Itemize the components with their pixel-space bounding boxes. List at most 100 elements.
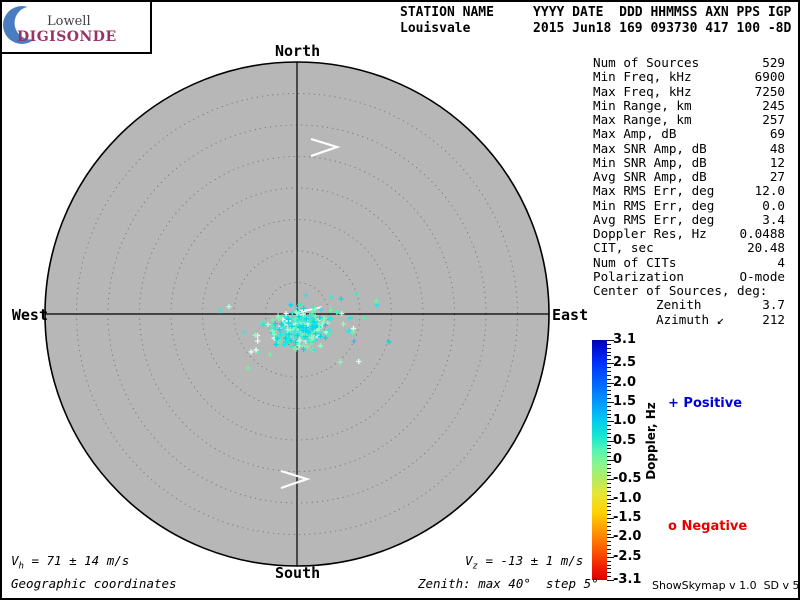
legend-negative-doppler: o Negative (668, 519, 748, 534)
colorbar-tick (607, 390, 611, 392)
stat-value: 7250 (754, 83, 785, 99)
stats-row: Max RMS Err, deg 12.0 (593, 183, 785, 199)
compass-label-west: West (11, 306, 48, 324)
colorbar-tick (607, 494, 611, 496)
stats-row: Azimuth ↙ 212 (593, 311, 785, 327)
colorbar-tick (607, 432, 611, 434)
colorbar-tick (607, 510, 611, 512)
stats-row: Max Range, km 257 (593, 112, 785, 127)
stat-value: 6900 (754, 69, 785, 85)
colorbar-tick (607, 429, 611, 431)
colorbar-tick (607, 467, 611, 469)
vz-value: = -13 ± 1 m/s (477, 553, 584, 568)
colorbar-tick (607, 541, 611, 543)
stats-row: Max SNR Amp, dB 48 (593, 140, 785, 156)
stat-value: 48 (769, 140, 785, 156)
colorbar-tick (607, 355, 611, 357)
compass-label-north: North (275, 42, 321, 60)
vh-value: = 71 ± 14 m/s (23, 553, 130, 568)
zenith-scale-note: Zenith: max 40° step 5° (418, 576, 599, 591)
colorbar-tick-label: -3.1 (613, 572, 642, 588)
colorbar-tick (607, 413, 611, 415)
colorbar-tick (607, 374, 611, 376)
stats-row: Avg SNR Amp, dB 27 (593, 169, 785, 184)
colorbar-tick (607, 463, 611, 465)
stat-label: Zenith (656, 297, 702, 313)
colorbar-tick (607, 471, 611, 473)
stat-value: 529 (762, 55, 785, 70)
colorbar-tick (607, 343, 611, 345)
stat-label: Max SNR Amp, dB (593, 140, 707, 156)
stats-row: CIT, sec 20.48 (593, 240, 785, 255)
stats-row: Polarization O-mode (593, 268, 786, 284)
stat-label: Max Amp, dB (593, 126, 677, 142)
stat-value: 245 (762, 97, 785, 113)
colorbar-tick (607, 506, 611, 508)
colorbar-tick (607, 533, 611, 535)
stat-value: 212 (762, 311, 785, 327)
colorbar-tick (607, 394, 611, 396)
compass-label-east: East (552, 306, 589, 324)
colorbar-tick-label: 2.0 (613, 374, 637, 390)
stats-row: Center of Sources, deg: (593, 283, 785, 298)
colorbar-tick (607, 572, 611, 574)
colorbar-tick-label: 3.1 (613, 332, 637, 348)
stat-label: Num of Sources (593, 55, 700, 70)
stat-label: Doppler Res, Hz (593, 226, 707, 241)
stat-value: 257 (762, 112, 785, 127)
stat-label: Avg SNR Amp, dB (593, 169, 707, 184)
stats-row: Min SNR Amp, dB 12 (593, 154, 785, 170)
stat-label: Avg RMS Err, deg (593, 211, 715, 227)
colorbar-tick-label: 2.5 (613, 355, 637, 371)
colorbar-tick (607, 475, 611, 477)
statistics-panel: Num of Sources 529 Min Freq, kHz 6900 Max Fr… (593, 55, 786, 327)
stats-row: Num of CITs 4 (593, 254, 785, 270)
logo-lowell-text: Lowell (47, 14, 91, 29)
stat-label: Min SNR Amp, dB (593, 154, 707, 170)
vh-symbol: V (11, 553, 19, 568)
stat-value: 0.0488 (739, 226, 786, 241)
colorbar-tick (607, 529, 611, 531)
colorbar-tick-label: -1.0 (613, 490, 642, 506)
colorbar-tick (607, 452, 611, 454)
stats-row: Min Freq, kHz 6900 (593, 69, 785, 85)
stat-label: Azimuth ↙ (656, 311, 725, 327)
stats-row: Max Freq, kHz 7250 (593, 83, 785, 99)
stat-label: Min Range, km (593, 97, 692, 113)
colorbar-tick (607, 370, 611, 372)
stat-label: Min RMS Err, deg (593, 197, 715, 213)
colorbar-tick (607, 405, 611, 407)
colorbar-tick-label: 0 (613, 452, 623, 468)
colorbar-tick (607, 351, 611, 353)
colorbar-tick (607, 347, 611, 349)
header-station-values: Louisvale 2015 Jun18 169 093730 417 100 … (400, 21, 792, 36)
stat-value: 12 (769, 154, 785, 170)
colorbar-tick-label: 1.0 (613, 413, 637, 429)
stat-label: Max RMS Err, deg (593, 183, 715, 199)
coordinate-system-note: Geographic coordinates (11, 576, 177, 591)
stats-row: Avg RMS Err, deg 3.4 (593, 211, 785, 227)
colorbar-tick (607, 444, 611, 446)
colorbar-tick (607, 521, 611, 523)
stat-value: O-mode (739, 268, 786, 284)
colorbar-tick (607, 552, 611, 554)
colorbar-tick (607, 359, 611, 361)
stat-label: Num of CITs (593, 254, 677, 270)
colorbar-tick (607, 487, 611, 489)
colorbar-tick (607, 378, 611, 380)
stat-value: 3.4 (762, 211, 785, 227)
showskymap-window: Lowell DIGISONDE STATION NAME YYYY DATE … (0, 0, 800, 600)
colorbar-tick (607, 386, 611, 388)
stat-value: 3.7 (762, 297, 785, 313)
colorbar-tick (607, 576, 611, 578)
colorbar-tick (607, 568, 611, 570)
colorbar-tick (607, 490, 611, 492)
horizontal-velocity-readout: Vh = 71 ± 14 m/s (11, 553, 129, 572)
colorbar-tick (607, 502, 611, 504)
vz-symbol: V (465, 553, 473, 568)
stats-row: Min Range, km 245 (593, 97, 785, 113)
header-column-titles: STATION NAME YYYY DATE DDD HHMMSS AXN PP… (400, 5, 792, 20)
stat-label: Max Range, km (593, 112, 692, 127)
stat-value: 69 (769, 126, 785, 142)
colorbar-tick (607, 560, 611, 562)
